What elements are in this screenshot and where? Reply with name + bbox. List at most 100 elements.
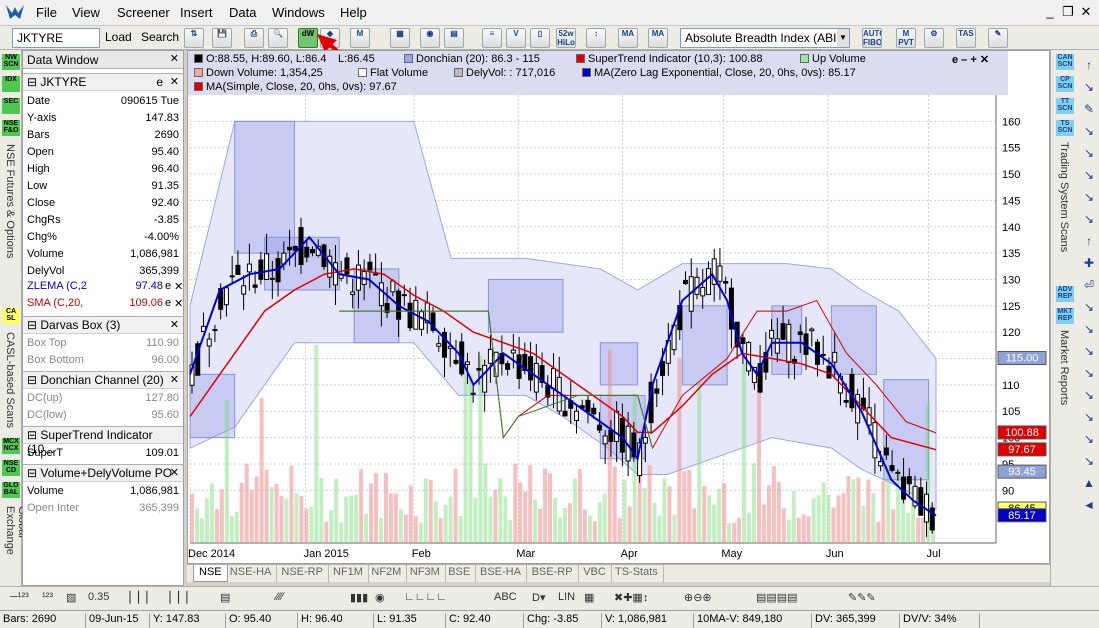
zlema-edit-icon[interactable]: e [165,280,171,292]
draw-icon[interactable]: ✎ [988,28,1008,48]
tab-nf2m[interactable]: NF2M [366,565,408,582]
symbol-close-icon[interactable]: ✕ [170,75,179,88]
tool-gann-icon[interactable]: ▕▕▕ [122,591,147,604]
tool-d-icon[interactable]: D▾ [532,591,545,604]
tool-angle-icon[interactable]: ∟∟∟∟ [404,591,447,603]
tool-pages-icon[interactable]: ▤▤▤▤ [756,591,798,604]
tools-icon[interactable]: ⚙ [924,28,944,48]
tool-cross-icon[interactable]: ✖✚▦↕ [614,591,648,604]
casl-scans-label[interactable]: CASL-based Scans [4,332,16,428]
tool-lin-icon[interactable]: LIN [558,591,575,603]
tool-abc-icon[interactable]: ¹²³ [42,591,53,603]
menu-view[interactable]: View [72,5,100,20]
restore-icon[interactable]: ❐ [1060,4,1076,20]
tab-ts-stats[interactable]: TS-Stats [610,565,664,582]
mcx-ncx-button[interactable]: MCX NCX [2,438,20,454]
menu-data[interactable]: Data [229,5,256,20]
symbol-input[interactable]: JKTYRE [12,28,100,48]
nse-futures-options-label[interactable]: NSE Futures & Options [4,144,16,258]
tool-abcd-icon[interactable]: ▧ [66,591,76,604]
ma-cross-button[interactable]: MA [648,28,668,48]
menu-insert[interactable]: Insert [180,5,213,20]
adv-rep-button[interactable]: ADV REP [1056,286,1074,302]
print-icon[interactable]: ⎙ [244,28,264,48]
symbol-section[interactable]: ⊟ JKTYRE e ✕ [23,73,183,91]
darvas-section[interactable]: ⊟ Darvas Box (3) ✕ [23,316,183,334]
bars-icon[interactable]: ≡ [482,28,502,48]
print-preview-icon[interactable]: 🔍 [268,28,288,48]
donchian-section[interactable]: ⊟ Donchian Channel (20) ✕ [23,371,183,389]
globe-icon[interactable]: ◉ [420,28,440,48]
menu-windows[interactable]: Windows [272,5,325,20]
sec-button[interactable]: SEC [2,98,20,114]
menu-screener[interactable]: Screener [117,5,170,20]
chart-type-icon[interactable]: ⇅ [184,28,204,48]
indicator-v-icon[interactable]: V [506,28,526,48]
chevron-down-icon[interactable]: ▼ [837,29,849,47]
volume-section[interactable]: ⊟ Volume+DelyVolume PO ✕ [23,464,183,482]
tool-icons[interactable]: ↑ ↘ ✎ ↘ ↘ ↘ ↘ ↘ ↑ ✚ ⏎ ↘ ↘ ↘ ↘ ↘ ↘ ↘ ↘ ▲ ◄ [1079,54,1099,516]
market-reports-label[interactable]: Market Reports [1058,330,1070,405]
tab-nf3m[interactable]: NF3M [405,565,446,582]
tt-scan-button[interactable]: TT SCN [1056,98,1074,114]
search-button[interactable]: Search [141,30,179,44]
price-chart[interactable]: 9095100105110115120125130135140145150155… [187,50,1050,564]
cp-scan-button[interactable]: CP SCN [1056,76,1074,92]
minimize-icon[interactable]: _ [1042,4,1058,20]
tab-nf1m[interactable]: NF1M [328,565,369,582]
sma-close-icon[interactable]: ✕ [174,297,183,310]
candles-icon[interactable]: ▯ [530,28,550,48]
load-button[interactable]: Load [105,30,132,44]
close-icon[interactable]: ✕ [1078,4,1094,20]
donchian-close-icon[interactable]: ✕ [170,373,179,386]
tab-nse-rp[interactable]: NSE-RP [276,565,329,582]
nw-scan-button[interactable]: NW SCN [2,54,20,70]
tool-grid-icon[interactable]: ▦ [584,591,594,604]
tool-123-icon[interactable]: ─¹²³ [10,591,29,603]
global-button[interactable]: GLO BAL [2,482,20,498]
tool-035-icon[interactable]: 0.35 [88,591,109,603]
zlema-close-icon[interactable]: ✕ [174,280,183,293]
tool-record-icon[interactable]: ◉ [375,591,385,604]
casl-button[interactable]: CA SL [2,308,20,324]
hilo-52w-button[interactable]: 52w HiLo [556,28,576,48]
m-pivot-button[interactable]: M PVT [896,28,916,48]
sma-edit-icon[interactable]: e [165,297,171,309]
tab-nse-ha[interactable]: NSE-HA [225,565,278,582]
tool-text-icon[interactable]: ABC [494,591,517,603]
nse-cd-button[interactable]: NSE CD [2,460,20,476]
idx-button[interactable]: IDX [2,76,20,92]
darvas-close-icon[interactable]: ✕ [170,318,179,331]
trading-system-scans-label[interactable]: Trading System Scans [1058,142,1070,252]
tool-zoom-icon[interactable]: ▤ [220,591,230,604]
tool-zoom-in-icon[interactable]: ⊕⊖⊕ [684,591,712,604]
data-window-close-icon[interactable]: ✕ [170,52,179,65]
can-scan-button[interactable]: CAN SCN [1056,54,1074,70]
arrows-icon[interactable]: ↕ [586,28,606,48]
tab-bse-rp[interactable]: BSE-RP [527,565,579,582]
layout-icon[interactable]: ▤ [444,28,464,48]
symbol-edit-icon[interactable]: e [156,75,163,89]
tab-bse-ha[interactable]: BSE-HA [475,565,527,582]
tab-nse[interactable]: NSE [193,565,228,582]
tool-bars-icon[interactable]: ▮▮▮ [350,591,368,604]
tas-button[interactable]: TAS [956,28,976,48]
tool-misc-icon[interactable]: ✎✎✎ [848,591,876,604]
tab-vbc[interactable]: VBC [578,565,612,582]
supertrend-section[interactable]: ⊟ SuperTrend Indicator (10... [23,426,183,456]
ma-button[interactable]: MA [618,28,638,48]
legend-controls[interactable]: e – + ✕ [952,53,989,66]
nse-fo-button[interactable]: NSE F&O [2,120,20,136]
tab-bse[interactable]: BSE [443,565,477,582]
chart-canvas[interactable]: 9095100105110115120125130135140145150155… [188,51,1050,564]
menu-file[interactable]: File [36,5,57,20]
volume-close-icon[interactable]: ✕ [170,466,179,479]
tool-lines-icon[interactable]: ∕∕∕∕ [276,591,283,603]
tool-fan-icon[interactable]: ▕▕▕ [162,591,187,604]
auto-fibo-button[interactable]: AUTO FIBO [862,28,882,48]
menu-help[interactable]: Help [340,5,367,20]
mkt-rep-button[interactable]: MKT REP [1056,308,1074,324]
indicator-select[interactable]: Absolute Breadth Index (ABI ▼ [680,28,850,48]
grid-icon[interactable]: ▦ [390,28,410,48]
save-icon[interactable]: 💾 [212,28,232,48]
